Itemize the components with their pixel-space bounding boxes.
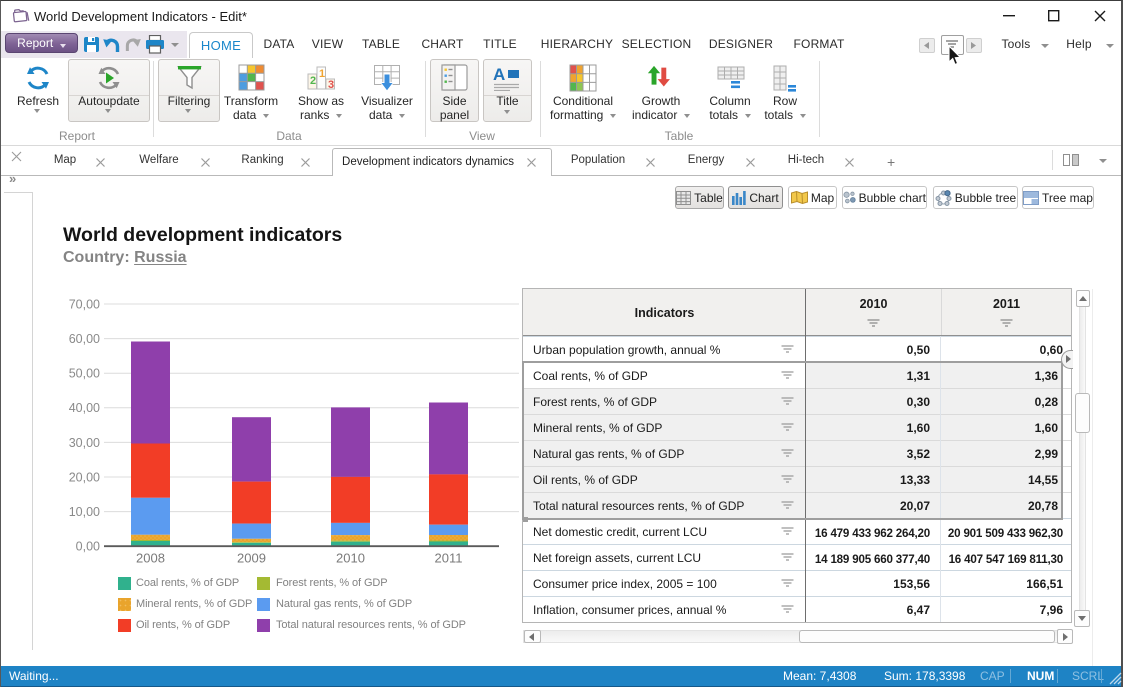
svg-text:3: 3	[328, 79, 334, 90]
svg-text:20,00: 20,00	[69, 470, 100, 484]
svg-text:70,00: 70,00	[69, 297, 100, 311]
svg-text:1: 1	[319, 68, 325, 80]
svg-text:2011: 2011	[435, 551, 463, 566]
svg-text:60,00: 60,00	[69, 332, 100, 346]
svg-text:2008: 2008	[136, 551, 165, 566]
svg-text:50,00: 50,00	[69, 367, 100, 381]
svg-text:2: 2	[310, 75, 316, 87]
svg-text:30,00: 30,00	[69, 436, 100, 450]
svg-text:2009: 2009	[237, 551, 266, 566]
svg-text:40,00: 40,00	[69, 401, 100, 415]
svg-text:0,00: 0,00	[76, 540, 100, 554]
svg-text:10,00: 10,00	[69, 505, 100, 519]
svg-text:A: A	[493, 65, 505, 84]
svg-text:2010: 2010	[336, 551, 365, 566]
